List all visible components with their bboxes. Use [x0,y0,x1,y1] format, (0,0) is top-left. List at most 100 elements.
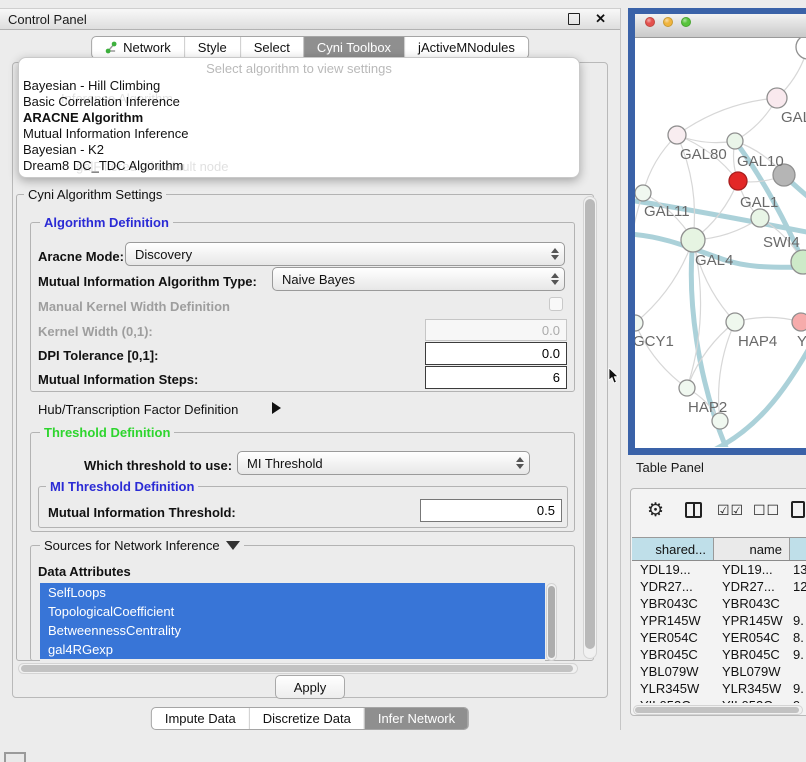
which-threshold-select[interactable]: MI Threshold [237,451,530,475]
tab-discretize-data[interactable]: Discretize Data [249,708,364,729]
network-node-gal10[interactable] [727,133,743,149]
cyni-algorithm-settings-legend: Cyni Algorithm Settings [24,187,166,202]
network-node-pinkr[interactable] [792,313,806,331]
table-row[interactable]: YDR27...YDR27...12 [632,578,806,595]
algorithm-option[interactable]: Bayesian - K2 [23,142,575,158]
table-row[interactable]: YER054CYER054C8. [632,629,806,646]
network-edge[interactable] [735,317,801,322]
control-panel-titlebar: Control Panel ✕ [0,8,620,30]
zoom-window-icon[interactable] [681,17,691,27]
tab-jactivemnodules[interactable]: jActiveMNodules [404,37,528,58]
table-column-header[interactable]: name [714,538,790,560]
manual-kernel-width-checkbox[interactable] [549,297,563,311]
algorithm-option[interactable]: Bayesian - Hill Climbing [23,78,575,94]
network-canvas[interactable]: GALGAL80GAL10GAL1SWI4GAL11GAL4GCY1HAP4YH… [635,38,806,447]
network-node-rgreen[interactable] [791,250,806,274]
algorithm-option[interactable]: Mutual Information Inference [23,126,575,142]
gear-icon[interactable]: ⚙ [647,499,664,522]
table-horizontal-scrollbar-thumb[interactable] [635,707,799,713]
aracne-mode-select[interactable]: Discovery [125,242,565,266]
network-node-hap4[interactable] [726,313,744,331]
cyni-bottom-tabs: Impute Data Discretize Data Infer Networ… [151,707,469,730]
table-cell: YLR345W [632,680,714,697]
table-row[interactable]: YLR345WYLR345W9. [632,680,806,697]
kernel-width-label: Kernel Width (0,1): [38,324,153,339]
dpi-tolerance-input[interactable] [425,342,567,365]
tab-cyni-toolbox[interactable]: Cyni Toolbox [303,37,404,58]
mi-steps-label: Mutual Information Steps: [38,372,198,387]
network-node-label: GCY1 [635,333,674,350]
tab-impute-data[interactable]: Impute Data [152,708,249,729]
table-cell: 13 [790,561,806,578]
network-graph: GALGAL80GAL10GAL1SWI4GAL11GAL4GCY1HAP4YH… [635,38,806,447]
network-edge[interactable] [635,193,643,323]
settings-vertical-scrollbar-thumb[interactable] [585,199,595,649]
close-panel-icon[interactable]: ✕ [595,11,606,27]
split-columns-icon[interactable] [685,502,702,518]
network-node-gal11[interactable] [635,185,651,201]
table-toolbar: ⚙ ☑☑ ☐☐ [631,489,806,535]
network-node-galp[interactable] [767,88,787,108]
data-attribute-item[interactable]: BetweennessCentrality [40,621,545,640]
network-edge[interactable] [643,135,677,193]
network-node-gal1[interactable] [729,172,747,190]
tab-style[interactable]: Style [184,37,240,58]
apply-button[interactable]: Apply [275,675,345,699]
table-horizontal-scrollbar[interactable] [633,705,803,715]
table-row[interactable]: YBR045CYBR045C9. [632,646,806,663]
network-node-swi4[interactable] [751,209,769,227]
network-node-label: HAP4 [738,333,777,350]
algorithm-definition-legend: Algorithm Definition [40,215,173,230]
table-panel-title: Table Panel [636,460,704,475]
checked-checkboxes-icon[interactable]: ☑☑ [717,502,744,519]
table-cell: YDL19... [714,561,790,578]
table-column-header[interactable]: shared... [632,538,714,560]
sources-disclosure-icon[interactable] [226,541,240,550]
table-row[interactable]: YIL052CYIL052C9 [632,697,806,703]
network-edge[interactable] [677,98,777,135]
algorithm-option[interactable]: Dream8 DC_TDC Algorithm [23,158,575,174]
algorithm-option[interactable]: Basic Correlation Inference [23,94,575,110]
table-row[interactable]: YPR145WYPR145W9. [632,612,806,629]
table-column-header[interactable]: A [790,538,806,560]
table-row[interactable]: YDL19...YDL19...13 [632,561,806,578]
float-window-icon[interactable] [568,13,580,25]
data-attribute-item[interactable]: SelfLoops [40,583,545,602]
table-row[interactable]: YBL079WYBL079W [632,663,806,680]
attributes-list-scrollbar-thumb[interactable] [548,586,555,658]
table-row[interactable]: YBR043CYBR043C [632,595,806,612]
network-node-gal4[interactable] [681,228,705,252]
close-window-icon[interactable] [645,17,655,27]
network-node-hap2[interactable] [679,380,695,396]
table-cell: YBL079W [714,663,790,680]
settings-horizontal-scrollbar-thumb[interactable] [21,665,573,672]
tab-select[interactable]: Select [240,37,303,58]
settings-horizontal-scrollbar[interactable] [18,663,578,674]
table-cell: YDR27... [714,578,790,595]
mi-steps-input[interactable] [425,366,567,389]
hub-disclosure-icon[interactable] [272,402,281,414]
table-cell: YER054C [632,629,714,646]
data-attributes-label: Data Attributes [38,564,131,579]
collapsed-panel-icon[interactable] [4,752,26,762]
table-cell: YIL052C [632,697,714,703]
tab-network[interactable]: Network [92,37,184,58]
algorithm-option[interactable]: ARACNE Algorithm [23,110,575,126]
tab-select-label: Select [254,40,290,55]
tab-infer-network[interactable]: Infer Network [364,708,468,729]
data-attribute-item[interactable]: TopologicalCoefficient [40,602,545,621]
table-cell: 9 [790,697,806,703]
mi-threshold-input[interactable] [420,499,562,522]
network-edge[interactable] [635,240,693,323]
table-cell: 9. [790,612,806,629]
unchecked-checkboxes-icon[interactable]: ☐☐ [753,502,780,519]
network-node-gal80[interactable] [668,126,686,144]
network-node-ntop[interactable] [796,38,806,59]
minimize-window-icon[interactable] [663,17,673,27]
mi-algorithm-type-select[interactable]: Naive Bayes [272,267,565,291]
data-attribute-item[interactable]: gal4RGexp [40,640,545,659]
attributes-list-scrollbar[interactable] [546,583,557,661]
new-table-icon[interactable] [791,501,805,518]
settings-vertical-scrollbar[interactable] [583,196,597,659]
kernel-width-input[interactable] [425,319,567,341]
